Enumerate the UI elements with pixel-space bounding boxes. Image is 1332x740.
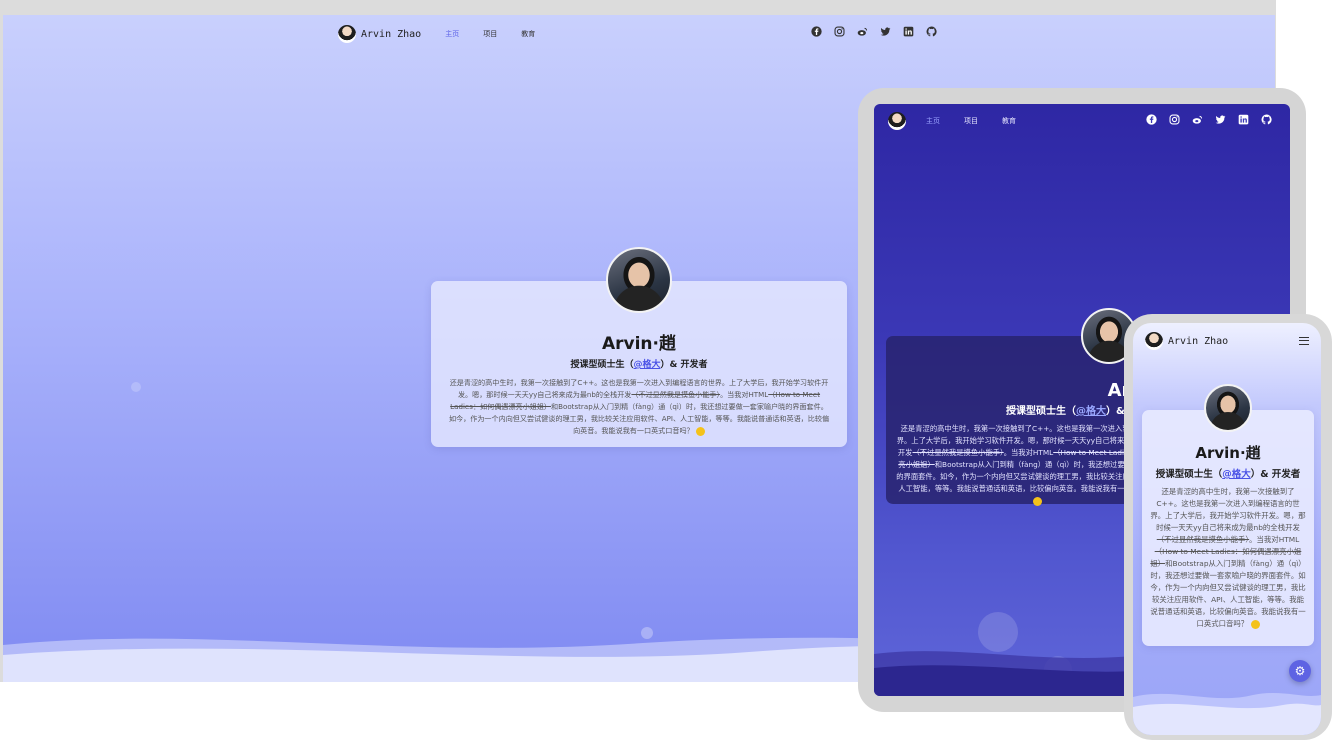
settings-fab-icon[interactable]: ⚙ — [1289, 660, 1311, 682]
facebook-icon[interactable] — [811, 26, 822, 37]
thinking-emoji-icon — [1250, 619, 1260, 629]
social-links — [1146, 114, 1272, 125]
role-prefix: 授课型硕士生（ — [1155, 469, 1223, 480]
role-suffix: ）& 开发者 — [660, 360, 708, 370]
brand-name[interactable]: Arvin Zhao — [1168, 336, 1228, 347]
linkedin-icon[interactable] — [1238, 114, 1249, 125]
profile-name: Arvin·趙 — [601, 334, 676, 354]
bio-text: 。当我对HTML — [1003, 448, 1054, 457]
profile-name: Arvin·趙 — [1195, 444, 1261, 462]
decorative-wave — [1133, 693, 1321, 735]
profile-bio: 还是青涩的高中生时，我第一次接触到了C++。这也是我第一次进入到编程语言的世界。… — [1142, 480, 1314, 630]
bio-text: 。当我对HTML — [720, 390, 769, 399]
linkedin-icon[interactable] — [903, 26, 914, 37]
bio-text: 还是青涩的高中生时，我第一次接触到了C++。这也是我第一次进入到编程语言的世界。… — [1150, 487, 1306, 532]
bio-strike: （不过显然我是摸鱼小能手） — [631, 390, 721, 399]
github-icon[interactable] — [1261, 114, 1272, 125]
university-link[interactable]: @格大 — [634, 360, 661, 370]
profile-card: Arvin·趙 授课型硕士生（@格大）& 开发者 还是青涩的高中生时，我第一次接… — [1142, 384, 1314, 646]
nav-projects[interactable]: 项目 — [964, 116, 978, 126]
brand-avatar[interactable] — [888, 112, 906, 130]
profile-avatar — [606, 247, 672, 313]
brand-name[interactable]: Arvin Zhao — [361, 29, 421, 40]
profile-role: 授课型硕士生（@格大）& 开发者 — [431, 357, 847, 370]
role-prefix: 授课型硕士生（ — [1006, 406, 1076, 417]
phone-navbar: Arvin Zhao — [1145, 332, 1228, 350]
decorative-bubble — [131, 382, 141, 392]
weibo-icon[interactable] — [857, 26, 868, 37]
nav-education[interactable]: 教育 — [1002, 116, 1016, 126]
twitter-icon[interactable] — [1215, 114, 1226, 125]
brand-avatar[interactable] — [338, 25, 356, 43]
thinking-emoji-icon — [695, 426, 705, 436]
nav-education[interactable]: 教育 — [521, 29, 535, 39]
phone-screen: Arvin Zhao Arvin·趙 授课型硕士生（@格大）& 开发者 还是青涩… — [1133, 323, 1321, 735]
university-link[interactable]: @格大 — [1076, 406, 1106, 417]
instagram-icon[interactable] — [834, 26, 845, 37]
role-prefix: 授课型硕士生（ — [570, 360, 634, 370]
bio-strike: （不过显然我是摸鱼小能手） — [912, 448, 1004, 457]
role-suffix: ）& 开发者 — [1250, 469, 1301, 480]
hamburger-menu-icon[interactable] — [1299, 337, 1309, 345]
nav-home[interactable]: 主页 — [926, 116, 940, 126]
twitter-icon[interactable] — [880, 26, 891, 37]
thinking-emoji-icon — [1032, 496, 1042, 506]
decorative-bubble — [641, 627, 653, 639]
nav-projects[interactable]: 项目 — [483, 29, 497, 39]
instagram-icon[interactable] — [1169, 114, 1180, 125]
profile-role: 授课型硕士生（@格大）& 开发者 — [1142, 466, 1314, 480]
profile-card: Arvin·趙 授课型硕士生（@格大）& 开发者 还是青涩的高中生时，我第一次接… — [431, 247, 847, 447]
nav-home[interactable]: 主页 — [445, 29, 459, 39]
bio-strike: （不过显然我是摸鱼小能手） — [1156, 535, 1250, 544]
social-links — [811, 26, 937, 37]
phone-mockup: Arvin Zhao Arvin·趙 授课型硕士生（@格大）& 开发者 还是青涩… — [1124, 314, 1332, 740]
top-navbar: Arvin Zhao 主页 项目 教育 — [338, 25, 535, 43]
profile-bio: 还是青涩的高中生时，我第一次接触到了C++。这也是我第一次进入到编程语言的世界。… — [431, 370, 847, 437]
bio-text: 和Bootstrap从入门到精（fàng）通（qì）时，我还想过要做一套家喻户晓… — [1150, 559, 1306, 628]
brand-avatar[interactable] — [1145, 332, 1163, 350]
university-link[interactable]: @格大 — [1222, 469, 1251, 480]
github-icon[interactable] — [926, 26, 937, 37]
weibo-icon[interactable] — [1192, 114, 1203, 125]
tablet-navbar: 主页 项目 教育 — [888, 112, 1016, 130]
profile-avatar — [1204, 384, 1252, 432]
bio-text: 。当我对HTML — [1249, 535, 1300, 544]
facebook-icon[interactable] — [1146, 114, 1157, 125]
